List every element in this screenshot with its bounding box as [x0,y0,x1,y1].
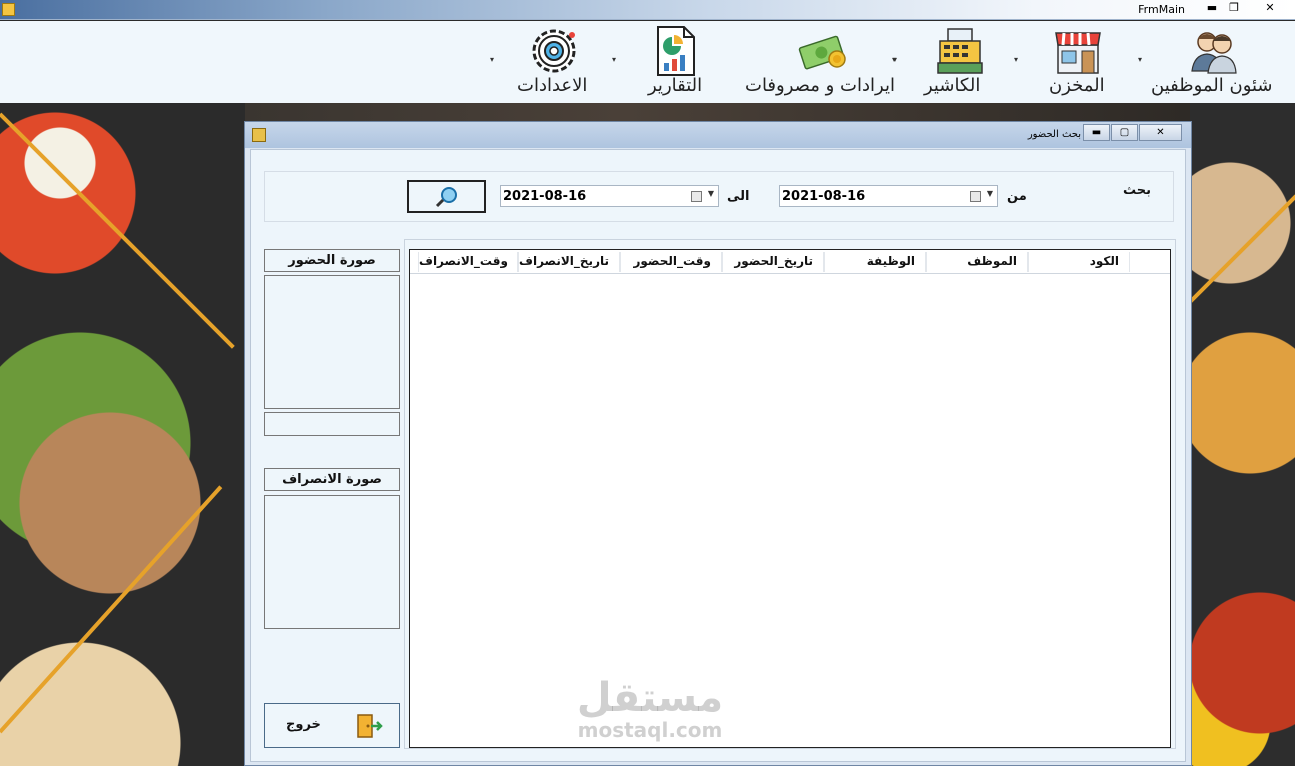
exit-button[interactable]: خروج [264,703,400,748]
menu-employees[interactable]: ▾ شئون الموظفين [1138,21,1288,103]
menu-settings-label: الاعدادات [517,75,588,96]
watermark-latin: mostaql.com [577,718,723,742]
column-header[interactable]: الكود [1028,252,1130,272]
attendance-photo-box [264,275,400,409]
from-date-value: 2021-08-16 [782,189,866,204]
calendar-icon [691,191,702,202]
store-icon [1052,25,1104,77]
column-header[interactable]: وقت_الحضور [620,252,722,272]
menu-employees-label: شئون الموظفين [1151,75,1273,96]
dialog-title: بحث الحضور [1027,129,1081,140]
app-icon [2,3,15,16]
chevron-down-icon: ▼ [707,189,714,198]
menu-store[interactable]: ▾ المخزن [1014,21,1114,103]
dialog-body: بحث من 2021-08-16 ▼ الى 2021-08-16 ▼ الك… [250,149,1186,762]
search-group: بحث من 2021-08-16 ▼ الى 2021-08-16 ▼ [264,171,1174,222]
menu-revenues-expenses[interactable]: ▾ ايرادات و مصروفات [735,21,905,103]
to-label: الى [727,189,750,204]
leave-photo-box [264,495,400,629]
main-menu: ▾ شئون الموظفين ▾ المخزن ▾ الكاشير ▾ اير… [0,21,1295,103]
dialog-title-bar: بحث الحضور ▬ ▢ ✕ [245,122,1191,148]
to-date-picker[interactable]: 2021-08-16 ▼ [500,185,719,207]
from-label: من [1007,189,1027,204]
exit-label: خروج [286,717,321,732]
background-food-image-right [1190,103,1295,766]
watermark-arabic: مستقل [576,675,724,721]
from-date-picker[interactable]: 2021-08-16 ▼ [779,185,998,207]
dialog-icon [252,128,266,142]
leave-photo-title: صورة الانصراف [264,468,400,491]
calendar-icon [970,191,981,202]
employees-icon [1188,25,1240,77]
search-icon [435,187,457,208]
menu-reports-label: التقارير [648,75,703,96]
column-header[interactable]: الوظيفة [824,252,926,272]
grid-header: الكود الموظف الوظيفة تاريخ_الحضور وقت_ال… [410,250,1170,274]
to-date-value: 2021-08-16 [503,189,587,204]
dialog-minimize-button[interactable]: ▬ [1083,124,1110,141]
main-window-title: FrmMain [1138,3,1185,16]
cash-register-icon [934,25,986,77]
menu-reports[interactable]: ▾ التقارير [612,21,712,103]
money-icon [797,25,849,77]
attendance-grid[interactable]: الكود الموظف الوظيفة تاريخ_الحضور وقت_ال… [409,249,1171,748]
settings-icon [528,25,580,77]
menu-revenues-expenses-label: ايرادات و مصروفات [745,75,895,96]
attendance-photo-caption-field [264,412,400,436]
menu-settings[interactable]: ▾ الاعدادات [490,21,600,103]
close-button[interactable]: ✕ [1259,1,1281,17]
column-header[interactable]: وقت_الانصراف [418,252,518,272]
dialog-maximize-button[interactable]: ▢ [1111,124,1138,141]
search-caption: بحث [1122,183,1151,198]
background-food-image-top [245,103,1190,123]
restore-button[interactable]: ❐ [1223,1,1245,17]
report-icon [650,25,702,77]
chevron-down-icon: ▼ [986,189,993,198]
exit-door-icon [357,714,383,738]
minimize-button[interactable]: ▬ [1201,1,1223,17]
menu-cashier[interactable]: ▾ الكاشير [892,21,992,103]
column-header[interactable]: تاريخ_الانصراف [518,252,620,272]
watermark: مستقل mostaql.com [570,676,730,740]
background-food-image-left [0,103,245,766]
main-title-bar: FrmMain ▬ ❐ ✕ [0,0,1295,20]
attendance-photo-title: صورة الحضور [264,249,400,272]
column-header[interactable]: تاريخ_الحضور [722,252,824,272]
search-button[interactable] [407,180,486,213]
menu-cashier-label: الكاشير [924,75,981,96]
menu-store-label: المخزن [1049,75,1105,96]
attendance-search-window: بحث الحضور ▬ ▢ ✕ بحث من 2021-08-16 ▼ الى… [244,121,1192,766]
dialog-close-button[interactable]: ✕ [1139,124,1182,141]
column-header[interactable]: الموظف [926,252,1028,272]
results-frame: الكود الموظف الوظيفة تاريخ_الحضور وقت_ال… [404,239,1176,749]
